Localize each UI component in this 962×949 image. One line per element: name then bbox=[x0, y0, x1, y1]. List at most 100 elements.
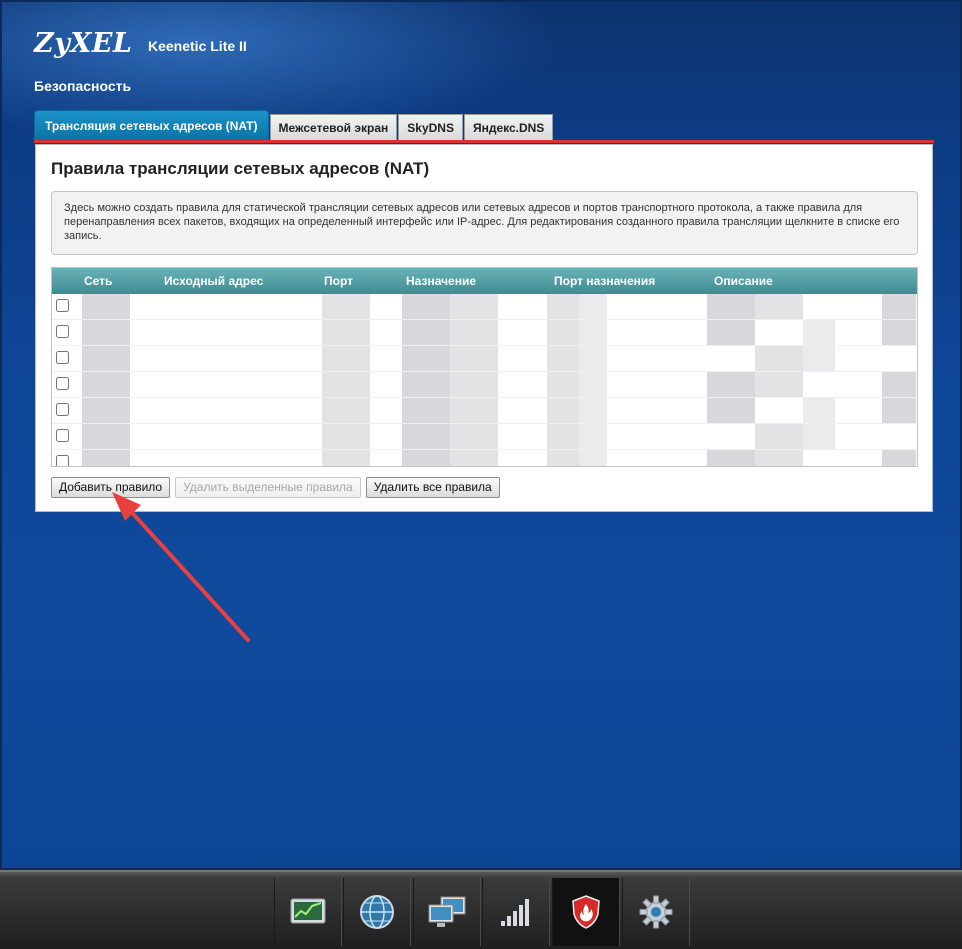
table-row[interactable] bbox=[52, 450, 917, 466]
bottom-taskbar bbox=[0, 870, 962, 949]
table-body bbox=[52, 294, 917, 466]
model-name: Keenetic Lite II bbox=[148, 38, 247, 54]
redacted-cell bbox=[547, 398, 579, 423]
taskbar-internet[interactable] bbox=[343, 878, 411, 946]
redacted-cell bbox=[450, 294, 498, 319]
redacted-cell bbox=[579, 294, 607, 319]
redacted-cell bbox=[547, 346, 579, 371]
redacted-cell bbox=[322, 424, 370, 449]
col-destination-port[interactable]: Порт назначения bbox=[554, 274, 655, 288]
add-rule-button[interactable]: Добавить правило bbox=[51, 477, 171, 498]
col-description[interactable]: Описание bbox=[714, 274, 773, 288]
redacted-cell bbox=[579, 372, 607, 397]
security-shield-icon bbox=[572, 895, 600, 929]
info-box: Здесь можно создать правила для статичес… bbox=[51, 191, 918, 255]
redacted-cell bbox=[450, 398, 498, 423]
redacted-cell bbox=[803, 320, 835, 345]
redacted-cell bbox=[707, 320, 755, 345]
redacted-cell bbox=[82, 372, 130, 397]
taskbar-home-network[interactable] bbox=[413, 878, 481, 946]
col-source-address[interactable]: Исходный адрес bbox=[164, 274, 263, 288]
redacted-cell bbox=[882, 372, 916, 397]
row-checkbox[interactable] bbox=[56, 325, 69, 338]
panel-title: Правила трансляции сетевых адресов (NAT) bbox=[51, 159, 430, 178]
redacted-cell bbox=[402, 294, 450, 319]
redacted-cell bbox=[882, 450, 916, 466]
row-checkbox[interactable] bbox=[56, 351, 69, 364]
redacted-cell bbox=[402, 398, 450, 423]
redacted-cell bbox=[803, 346, 835, 371]
tab-bar: Трансляция сетевых адресов (NAT) Межсете… bbox=[34, 110, 554, 140]
nat-panel: Правила трансляции сетевых адресов (NAT)… bbox=[35, 144, 933, 512]
redacted-cell bbox=[322, 320, 370, 345]
delete-all-button[interactable]: Удалить все правила bbox=[365, 477, 500, 498]
col-port[interactable]: Порт bbox=[324, 274, 353, 288]
taskbar-settings[interactable] bbox=[622, 878, 690, 946]
tab-firewall[interactable]: Межсетевой экран bbox=[269, 114, 398, 140]
redacted-cell bbox=[82, 346, 130, 371]
redacted-cell bbox=[755, 346, 803, 371]
row-checkbox[interactable] bbox=[56, 377, 69, 390]
redacted-cell bbox=[803, 424, 835, 449]
redacted-cell bbox=[707, 294, 755, 319]
brand-logo: ZyXEL bbox=[34, 28, 133, 59]
tab-nat[interactable]: Трансляция сетевых адресов (NAT) bbox=[34, 110, 269, 140]
redacted-cell bbox=[882, 398, 916, 423]
redacted-cell bbox=[707, 398, 755, 423]
redacted-cell bbox=[322, 450, 370, 466]
redacted-cell bbox=[322, 398, 370, 423]
redacted-cell bbox=[547, 320, 579, 345]
redacted-cell bbox=[402, 372, 450, 397]
col-network[interactable]: Сеть bbox=[84, 274, 112, 288]
redacted-cell bbox=[82, 424, 130, 449]
redacted-cell bbox=[547, 450, 579, 466]
row-checkbox[interactable] bbox=[56, 455, 69, 466]
internet-globe-icon bbox=[360, 895, 394, 929]
row-checkbox[interactable] bbox=[56, 403, 69, 416]
row-checkbox[interactable] bbox=[56, 429, 69, 442]
redacted-cell bbox=[450, 320, 498, 345]
settings-gear-icon bbox=[639, 895, 673, 929]
redacted-cell bbox=[82, 294, 130, 319]
taskbar-security[interactable] bbox=[552, 878, 620, 946]
redacted-cell bbox=[322, 372, 370, 397]
tab-underline bbox=[34, 140, 934, 143]
table-row[interactable] bbox=[52, 424, 917, 450]
col-destination[interactable]: Назначение bbox=[406, 274, 476, 288]
redacted-cell bbox=[579, 424, 607, 449]
app-frame: ZyXEL Keenetic Lite II Безопасность Тран… bbox=[0, 0, 962, 870]
redacted-cell bbox=[579, 398, 607, 423]
table-row[interactable] bbox=[52, 398, 917, 424]
redacted-cell bbox=[82, 450, 130, 466]
wifi-signal-icon bbox=[501, 899, 529, 926]
redacted-cell bbox=[882, 320, 916, 345]
redacted-cell bbox=[755, 372, 803, 397]
redacted-cell bbox=[707, 372, 755, 397]
redacted-cell bbox=[579, 320, 607, 345]
redacted-cell bbox=[402, 424, 450, 449]
redacted-cell bbox=[755, 424, 803, 449]
table-header: Сеть Исходный адрес Порт Назначение Порт… bbox=[52, 268, 917, 294]
redacted-cell bbox=[803, 398, 835, 423]
redacted-cell bbox=[402, 450, 450, 466]
redacted-cell bbox=[450, 372, 498, 397]
table-row[interactable] bbox=[52, 294, 917, 320]
redacted-cell bbox=[322, 346, 370, 371]
delete-selected-button[interactable]: Удалить выделенные правила bbox=[175, 477, 361, 498]
taskbar-wifi[interactable] bbox=[482, 878, 550, 946]
monitor-icon bbox=[290, 898, 326, 924]
row-checkbox[interactable] bbox=[56, 299, 69, 312]
redacted-cell bbox=[755, 450, 803, 466]
tab-yandex-dns[interactable]: Яндекс.DNS bbox=[463, 114, 554, 140]
nat-rules-table: Сеть Исходный адрес Порт Назначение Порт… bbox=[51, 267, 918, 467]
table-row[interactable] bbox=[52, 372, 917, 398]
table-row[interactable] bbox=[52, 320, 917, 346]
home-network-icon bbox=[428, 896, 466, 927]
tab-skydns[interactable]: SkyDNS bbox=[398, 114, 463, 140]
redacted-cell bbox=[579, 450, 607, 466]
redacted-cell bbox=[450, 450, 498, 466]
redacted-cell bbox=[882, 294, 916, 319]
table-row[interactable] bbox=[52, 346, 917, 372]
redacted-cell bbox=[547, 372, 579, 397]
taskbar-monitor[interactable] bbox=[274, 878, 342, 946]
